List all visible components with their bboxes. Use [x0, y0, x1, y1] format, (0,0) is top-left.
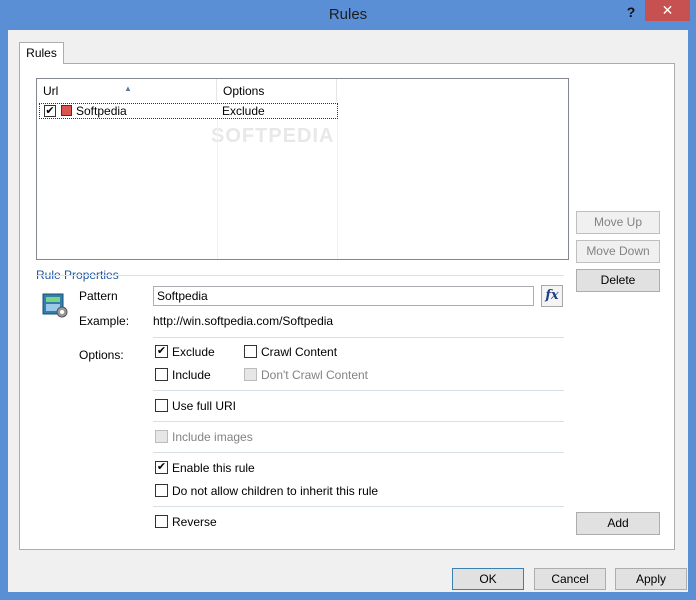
apply-button[interactable]: Apply [615, 568, 687, 590]
row-checkbox[interactable]: ✔ [44, 105, 56, 117]
column-divider [217, 101, 218, 259]
move-up-button[interactable]: Move Up [576, 211, 660, 234]
close-icon: ✕ [661, 2, 674, 18]
options-label: Options: [79, 348, 124, 362]
crawl-content-checkbox[interactable] [244, 345, 257, 358]
help-button[interactable]: ? [620, 2, 642, 22]
column-header-options[interactable]: Options [217, 79, 337, 101]
dialog-client: Rules SOFTPEDIA Url ▲ Options ✔ Softpedi… [8, 30, 688, 592]
crawl-content-label[interactable]: Crawl Content [261, 345, 337, 359]
add-button[interactable]: Add [576, 512, 660, 535]
rules-dialog: Rules ? ✕ Rules SOFTPEDIA Url ▲ Options [0, 0, 696, 600]
enable-rule-checkbox[interactable]: ✔ [155, 461, 168, 474]
no-inherit-checkbox[interactable] [155, 484, 168, 497]
table-row[interactable]: ✔ Softpedia Exclude [39, 103, 338, 119]
close-button[interactable]: ✕ [645, 0, 690, 21]
title-bar[interactable]: Rules ? ✕ [0, 0, 696, 30]
ok-button[interactable]: OK [452, 568, 524, 590]
rule-icon [61, 105, 72, 116]
exclude-label[interactable]: Exclude [172, 345, 215, 359]
example-value: http://win.softpedia.com/Softpedia [153, 314, 334, 328]
move-down-button[interactable]: Move Down [576, 240, 660, 263]
dont-crawl-content-label[interactable]: Don't Crawl Content [261, 368, 368, 382]
pattern-label: Pattern [79, 289, 118, 303]
example-label: Example: [79, 314, 130, 328]
column-options-label: Options [223, 84, 265, 98]
use-full-uri-checkbox[interactable] [155, 399, 168, 412]
divider [153, 421, 564, 422]
tab-rules[interactable]: Rules [19, 42, 64, 64]
rule-settings-icon [42, 293, 68, 318]
include-images-checkbox[interactable] [155, 430, 168, 443]
divider [153, 506, 564, 507]
list-header: Url ▲ Options [37, 79, 568, 101]
reverse-label[interactable]: Reverse [172, 515, 217, 529]
divider [153, 337, 564, 338]
window-title: Rules [328, 6, 368, 23]
divider [153, 452, 564, 453]
delete-button[interactable]: Delete [576, 269, 660, 292]
divider [153, 390, 564, 391]
function-button[interactable]: fx [541, 285, 563, 307]
column-header-url[interactable]: Url ▲ [37, 79, 217, 101]
include-label[interactable]: Include [172, 368, 211, 382]
watermark-logo: SOFTPEDIA [211, 125, 335, 147]
use-full-uri-label[interactable]: Use full URI [172, 399, 236, 413]
include-checkbox[interactable] [155, 368, 168, 381]
column-divider [337, 101, 338, 259]
include-images-label[interactable]: Include images [172, 430, 253, 444]
row-options: Exclude [222, 104, 265, 118]
reverse-checkbox[interactable] [155, 515, 168, 528]
pattern-input[interactable]: Softpedia [153, 286, 534, 306]
enable-rule-label[interactable]: Enable this rule [172, 461, 255, 475]
row-url: Softpedia [76, 104, 127, 118]
rules-tab-panel: SOFTPEDIA Url ▲ Options ✔ Softpedia Excl… [19, 63, 675, 550]
no-inherit-label[interactable]: Do not allow children to inherit this ru… [172, 484, 378, 498]
sort-ascending-icon: ▲ [124, 84, 132, 93]
group-divider [36, 275, 564, 276]
dont-crawl-content-checkbox[interactable] [244, 368, 257, 381]
column-url-label: Url [43, 84, 59, 98]
cancel-button[interactable]: Cancel [534, 568, 606, 590]
exclude-checkbox[interactable]: ✔ [155, 345, 168, 358]
rules-list[interactable]: SOFTPEDIA Url ▲ Options ✔ Softpedia Excl… [36, 78, 569, 260]
